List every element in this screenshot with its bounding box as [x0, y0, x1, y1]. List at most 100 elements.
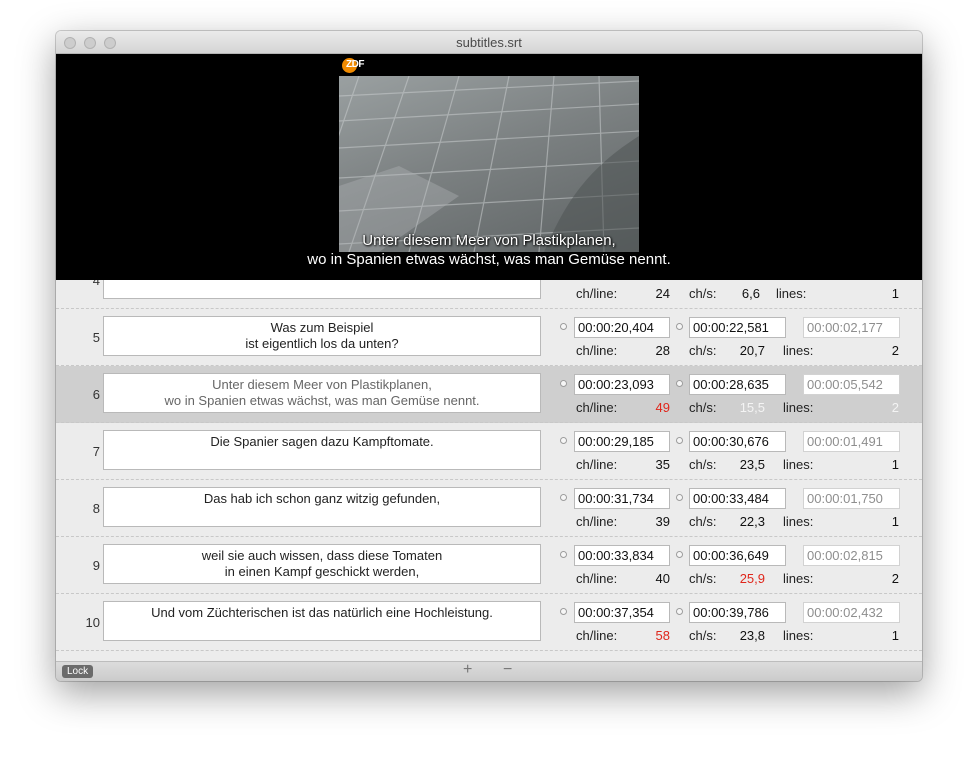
- ch-line-value: 35: [655, 457, 670, 472]
- ch-line-label: ch/line:: [576, 571, 618, 586]
- subtitle-row[interactable]: 7 Die Spanier sagen dazu Kampftomate. 00…: [56, 423, 922, 480]
- start-time-radio[interactable]: [560, 551, 567, 558]
- ch-line-value: 28: [655, 343, 670, 358]
- row-number: 4: [92, 280, 100, 288]
- subtitle-row[interactable]: 6 Unter diesem Meer von Plastikplanen, wo…: [56, 366, 922, 423]
- start-time-field[interactable]: 00:00:33,834: [574, 545, 670, 566]
- add-subtitle-button[interactable]: +: [463, 661, 472, 679]
- lines-value: 2: [891, 571, 899, 586]
- end-time-radio[interactable]: [676, 323, 683, 330]
- ch-line-label: ch/line:: [576, 628, 618, 643]
- lines-value: 1: [891, 628, 899, 643]
- ch-s-label: ch/s:: [689, 400, 717, 415]
- start-time-radio[interactable]: [560, 323, 567, 330]
- lines-value: 2: [891, 343, 899, 358]
- start-time-radio[interactable]: [560, 437, 567, 444]
- start-time-field[interactable]: 00:00:20,404: [574, 317, 670, 338]
- subtitle-text-line: Unter diesem Meer von Plastikplanen,: [212, 377, 432, 392]
- subtitle-text-field[interactable]: [103, 280, 541, 299]
- end-time-field[interactable]: 00:00:33,484: [689, 488, 786, 509]
- lines-value: 2: [891, 400, 899, 415]
- subtitle-text-field[interactable]: Die Spanier sagen dazu Kampftomate.: [103, 430, 541, 470]
- subtitle-text-line: Was zum Beispiel: [270, 320, 374, 335]
- subtitle-text-line: Und vom Züchterischen ist das natürlich …: [151, 605, 493, 620]
- start-time-field[interactable]: 00:00:31,734: [574, 488, 670, 509]
- subtitle-text-field[interactable]: weil sie auch wissen, dass diese Tomaten…: [103, 544, 541, 584]
- ch-s-value: 22,3: [739, 514, 765, 529]
- ch-line-label: ch/line:: [576, 286, 618, 301]
- subtitle-row[interactable]: 5 Was zum Beispiel ist eigentlich los da …: [56, 309, 922, 366]
- zdf-logo: ZDF: [342, 57, 372, 73]
- ch-s-label: ch/s:: [689, 343, 717, 358]
- lock-button[interactable]: Lock: [62, 665, 94, 678]
- lines-label: lines:: [783, 571, 814, 586]
- ch-line-value: 58: [655, 628, 670, 643]
- duration-field[interactable]: 00:00:05,542: [803, 374, 900, 395]
- row-number: 6: [92, 387, 100, 402]
- ch-s-label: ch/s:: [689, 514, 717, 529]
- ch-line-value: 49: [655, 400, 670, 415]
- row-number: 9: [92, 558, 100, 573]
- duration-field[interactable]: 00:00:01,491: [803, 431, 900, 452]
- remove-subtitle-button[interactable]: −: [503, 661, 512, 679]
- ch-s-value: 6,6: [741, 286, 760, 301]
- subtitle-row[interactable]: 10 Und vom Züchterischen ist das natürli…: [56, 594, 922, 651]
- ch-line-value: 39: [655, 514, 670, 529]
- ch-line-label: ch/line:: [576, 400, 618, 415]
- subtitle-row[interactable]: 9 weil sie auch wissen, dass diese Tomat…: [56, 537, 922, 594]
- title-bar: subtitles.srt: [56, 31, 922, 54]
- end-time-field[interactable]: 00:00:39,786: [689, 602, 786, 623]
- subtitle-row[interactable]: 8 Das hab ich schon ganz witzig gefunden…: [56, 480, 922, 537]
- duration-field[interactable]: 00:00:02,815: [803, 545, 900, 566]
- subtitle-overlay-line-2: wo in Spanien etwas wächst, was man Gemü…: [307, 251, 671, 268]
- subtitle-overlay-line-1: Unter diesem Meer von Plastikplanen,: [362, 232, 616, 249]
- start-time-field[interactable]: 00:00:37,354: [574, 602, 670, 623]
- ch-s-label: ch/s:: [689, 286, 717, 301]
- subtitle-text-line: in einen Kampf geschickt werden,: [224, 564, 420, 579]
- subtitle-text-line: ist eigentlich los da unten?: [245, 336, 399, 351]
- end-time-field[interactable]: 00:00:22,581: [689, 317, 786, 338]
- end-time-field[interactable]: 00:00:28,635: [689, 374, 786, 395]
- subtitle-text-line: Das hab ich schon ganz witzig gefunden,: [203, 491, 441, 506]
- end-time-radio[interactable]: [676, 551, 683, 558]
- end-time-radio[interactable]: [676, 380, 683, 387]
- lines-value: 1: [891, 514, 899, 529]
- lines-label: lines:: [783, 457, 814, 472]
- ch-s-value: 23,8: [739, 628, 765, 643]
- end-time-radio[interactable]: [676, 494, 683, 501]
- video-frame: [339, 76, 639, 252]
- ch-line-value: 40: [655, 571, 670, 586]
- end-time-radio[interactable]: [676, 608, 683, 615]
- lines-label: lines:: [783, 400, 814, 415]
- end-time-field[interactable]: 00:00:36,649: [689, 545, 786, 566]
- row-number: 5: [92, 330, 100, 345]
- ch-s-label: ch/s:: [689, 571, 717, 586]
- start-time-radio[interactable]: [560, 380, 567, 387]
- duration-field[interactable]: 00:00:02,432: [803, 602, 900, 623]
- subtitle-text-field[interactable]: Das hab ich schon ganz witzig gefunden,: [103, 487, 541, 527]
- start-time-radio[interactable]: [560, 608, 567, 615]
- subtitle-row-4[interactable]: 4 ch/line: 24 ch/s: 6,6 lines: 1: [56, 280, 922, 309]
- lines-label: lines:: [783, 514, 814, 529]
- row-number: 8: [92, 501, 100, 516]
- ch-line-label: ch/line:: [576, 457, 618, 472]
- duration-field[interactable]: 00:00:01,750: [803, 488, 900, 509]
- subtitle-text-line: Die Spanier sagen dazu Kampftomate.: [210, 434, 434, 449]
- lines-value: 1: [891, 286, 899, 301]
- ch-s-label: ch/s:: [689, 628, 717, 643]
- video-preview[interactable]: ZDF Unter diesem Meer von Plastikplanen,…: [56, 54, 922, 280]
- end-time-field[interactable]: 00:00:30,676: [689, 431, 786, 452]
- greenhouse-image: [339, 76, 639, 252]
- start-time-field[interactable]: 00:00:23,093: [574, 374, 670, 395]
- lines-value: 1: [891, 457, 899, 472]
- lines-label: lines:: [783, 628, 814, 643]
- ch-line-label: ch/line:: [576, 514, 618, 529]
- subtitle-text-field[interactable]: Was zum Beispiel ist eigentlich los da un…: [103, 316, 541, 356]
- start-time-radio[interactable]: [560, 494, 567, 501]
- end-time-radio[interactable]: [676, 437, 683, 444]
- start-time-field[interactable]: 00:00:29,185: [574, 431, 670, 452]
- subtitle-text-field[interactable]: Unter diesem Meer von Plastikplanen, wo i…: [103, 373, 541, 413]
- duration-field[interactable]: 00:00:02,177: [803, 317, 900, 338]
- subtitle-list: 4 ch/line: 24 ch/s: 6,6 lines: 1 5 Was z…: [56, 280, 922, 661]
- subtitle-text-field[interactable]: Und vom Züchterischen ist das natürlich …: [103, 601, 541, 641]
